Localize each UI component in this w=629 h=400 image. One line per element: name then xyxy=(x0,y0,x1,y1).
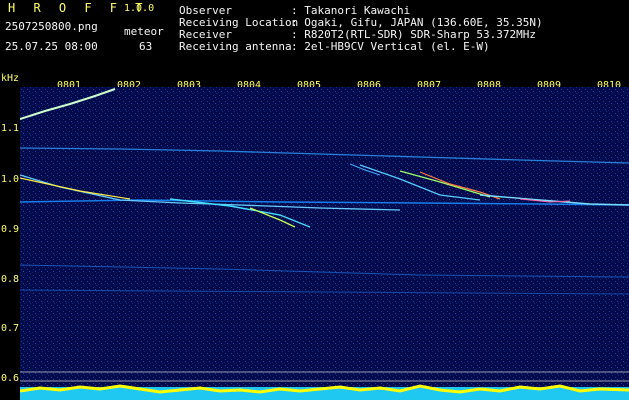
meteor-count: 63 xyxy=(139,40,153,53)
app-version: 1.0.0 xyxy=(124,3,155,14)
frequency-unit-label: kHz xyxy=(1,73,20,84)
y-tick-label: 0.8 xyxy=(1,274,20,285)
antenna-key: Receiving antenna xyxy=(179,40,292,53)
y-tick-label: 1.1 xyxy=(1,123,20,134)
spectrogram xyxy=(20,87,629,400)
y-tick-label: 0.9 xyxy=(1,224,20,235)
noise-background xyxy=(20,87,629,400)
antenna-value: : 2el-HB9CV Vertical (el. E-W) xyxy=(291,40,490,53)
y-tick-label: 0.7 xyxy=(1,323,20,334)
y-tick-label: 1.0 xyxy=(1,174,20,185)
spectrogram-canvas xyxy=(20,87,629,400)
date-time: 25.07.25 08:00 xyxy=(5,40,98,53)
meteor-label: meteor xyxy=(124,25,164,38)
file-name: 2507250800.png xyxy=(5,20,98,33)
y-tick-label: 0.6 xyxy=(1,373,20,384)
